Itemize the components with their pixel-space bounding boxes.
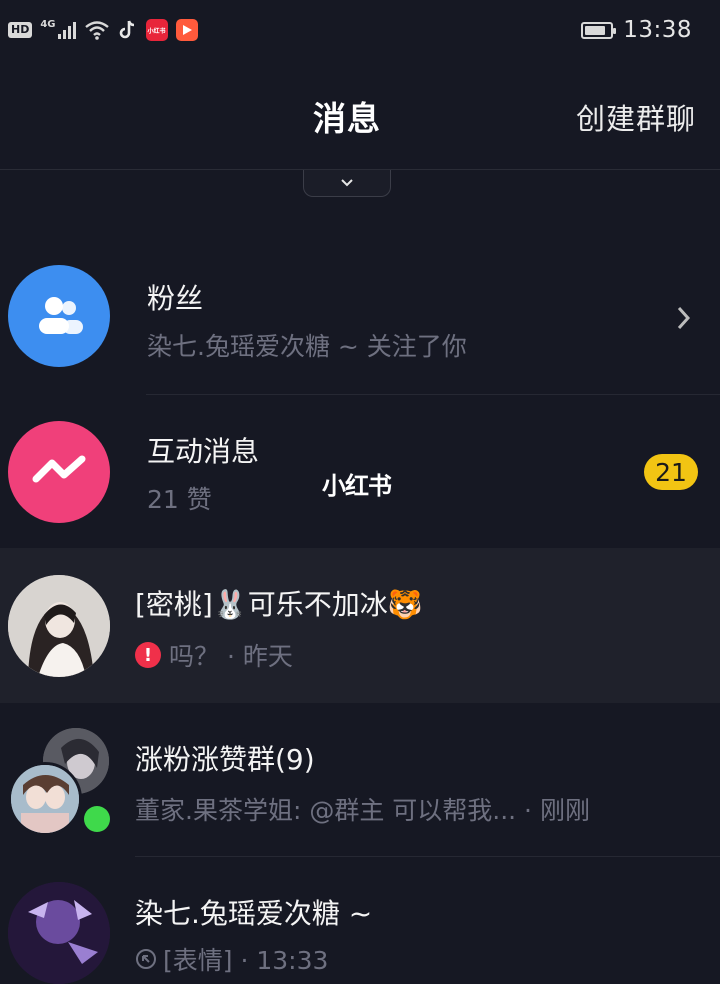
video-app-icon (175, 19, 198, 41)
tiger-emoji: 🐯 (387, 588, 423, 621)
network-type: 4G (40, 18, 56, 30)
chevron-right-icon (677, 306, 691, 330)
resend-icon (136, 949, 156, 969)
chat-2-title: 染七.兔瑶爱次糖 ~ (135, 897, 373, 930)
group-title: 涨粉涨赞群(9) (135, 743, 315, 776)
header: 消息 创建群聊 (0, 62, 720, 170)
fans-subtitle: 染七.兔瑶爱次糖 ~ 关注了你 (147, 332, 467, 361)
battery-icon (581, 21, 617, 39)
fans-avatar (8, 265, 110, 367)
group-subtitle: 董家.果茶学姐: @群主 可以帮我... · 刚刚 (135, 796, 590, 825)
tiktok-icon (119, 20, 134, 39)
xiaohongshu-app-label: 小红书 (147, 27, 166, 35)
chat-title: [密桃]🐰可乐不加冰🐯 (135, 583, 423, 623)
xiaohongshu-watermark: 小红书 (322, 472, 392, 500)
user-avatar-2 (8, 882, 110, 984)
list-item-group[interactable]: 涨粉涨赞群(9) 董家.果茶学姐: @群主 可以帮我... · 刚刚 (0, 704, 720, 856)
rabbit-emoji: 🐰 (212, 588, 248, 621)
group-avatar-front (8, 762, 82, 836)
create-group-button[interactable]: 创建群聊 (576, 96, 696, 138)
unread-badge: 21 (644, 454, 698, 490)
online-indicator (84, 806, 110, 832)
chat-subtitle-row: ! 吗？ · 昨天 (135, 637, 293, 673)
expand-toggle[interactable] (303, 170, 391, 197)
interaction-title: 互动消息 (147, 435, 260, 468)
list-item-chat-2[interactable]: 染七.兔瑶爱次糖 ~ [表情] · 13:33 (0, 857, 720, 984)
interaction-icon (32, 455, 86, 483)
interaction-subtitle: 21 赞 (147, 485, 212, 514)
chat-2-subtitle: [表情] · 13:33 (163, 946, 329, 975)
fans-icon (39, 297, 83, 334)
interaction-avatar (8, 421, 110, 523)
chat-title-name: 可乐不加冰 (247, 588, 388, 621)
chevron-down-icon (341, 179, 353, 187)
signal-icon (57, 21, 76, 39)
chat-2-subtitle-row: [表情] · 13:33 (135, 941, 328, 977)
status-right: 13:38 (581, 16, 692, 44)
list-item-chat[interactable]: [密桃]🐰可乐不加冰🐯 ! 吗？ · 昨天 (0, 548, 720, 703)
chat-title-prefix: [密桃] (135, 588, 213, 621)
status-bar: HD 4G 小红书 13:38 (0, 0, 720, 62)
chat-subtitle: 吗？ · 昨天 (169, 642, 293, 671)
list-item-fans[interactable]: 粉丝 染七.兔瑶爱次糖 ~ 关注了你 (0, 260, 720, 394)
user-avatar (8, 575, 110, 677)
fans-title: 粉丝 (147, 282, 204, 315)
clock: 13:38 (623, 17, 692, 43)
hd-indicator: HD (8, 22, 33, 38)
error-icon: ! (135, 642, 161, 668)
status-left: HD 4G 小红书 (8, 16, 198, 44)
xiaohongshu-app-icon: 小红书 (145, 19, 168, 41)
wifi-icon (84, 21, 109, 40)
